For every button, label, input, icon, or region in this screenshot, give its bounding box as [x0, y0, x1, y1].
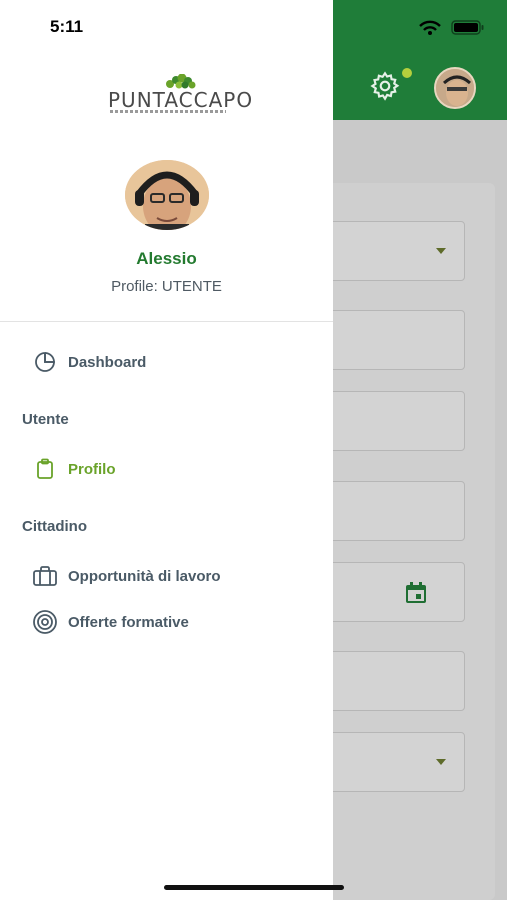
menu-label: Profilo — [68, 460, 116, 478]
text-field[interactable] — [320, 391, 465, 451]
notification-dot — [402, 68, 412, 78]
date-field[interactable] — [320, 562, 465, 622]
select-field[interactable] — [320, 732, 465, 792]
chevron-down-icon — [436, 248, 446, 254]
app-logo: PUNTACCAPO — [108, 74, 252, 114]
menu-label: Dashboard — [68, 353, 147, 371]
menu-label: Opportunità di lavoro — [68, 567, 221, 585]
header-avatar[interactable] — [434, 67, 476, 109]
menu-item-profilo[interactable]: Profilo — [32, 456, 116, 482]
text-field[interactable] — [320, 481, 465, 541]
select-field[interactable] — [320, 221, 465, 281]
text-field[interactable] — [320, 651, 465, 711]
user-profile-role: Profile: UTENTE — [111, 278, 222, 295]
form-card — [320, 183, 495, 900]
status-time: 5:11 — [50, 17, 84, 36]
navigation-drawer: 5:11 PUNTACCAPO Alessio Profile: UTENTE — [0, 0, 333, 900]
user-avatar[interactable] — [125, 160, 209, 230]
logo-text: PUNTACCAPO — [108, 88, 254, 112]
user-name: Alessio — [136, 249, 197, 268]
divider — [0, 321, 333, 322]
target-icon — [32, 609, 58, 635]
settings-icon[interactable] — [369, 70, 401, 102]
chevron-down-icon — [436, 759, 446, 765]
briefcase-icon — [32, 563, 58, 589]
calendar-icon[interactable] — [404, 582, 428, 604]
logo-tagline — [110, 110, 226, 113]
menu-label: Offerte formative — [68, 613, 189, 631]
menu-item-opportunita[interactable]: Opportunità di lavoro — [32, 563, 221, 589]
menu-item-dashboard[interactable]: Dashboard — [32, 349, 146, 375]
clipboard-icon — [32, 456, 58, 482]
home-indicator[interactable] — [164, 885, 344, 890]
menu-item-offerte[interactable]: Offerte formative — [32, 609, 189, 635]
section-title-cittadino: Cittadino — [22, 518, 87, 535]
text-field[interactable] — [320, 310, 465, 370]
section-title-utente: Utente — [22, 411, 69, 428]
pie-chart-icon — [32, 349, 58, 375]
status-icons — [419, 20, 484, 35]
